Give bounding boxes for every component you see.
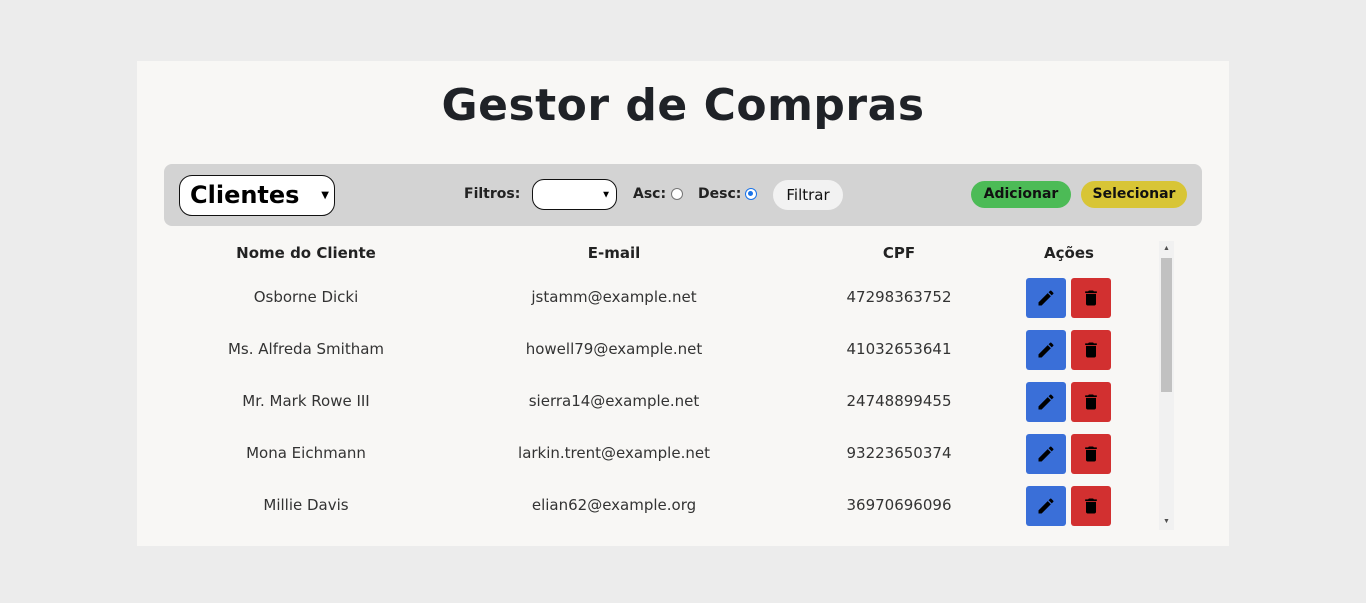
pencil-icon [1038, 446, 1054, 462]
pencil-icon [1038, 342, 1054, 358]
header-cpf: CPF [882, 244, 916, 262]
edit-button[interactable] [1026, 486, 1066, 526]
entity-select-value: Clientes [190, 181, 300, 209]
client-email: larkin.trent@example.net [518, 444, 710, 462]
edit-button[interactable] [1026, 278, 1066, 318]
trash-icon [1085, 394, 1097, 410]
pencil-icon [1038, 394, 1054, 410]
header-actions: Ações [1044, 244, 1094, 262]
client-name: Ms. Alfreda Smitham [227, 340, 385, 358]
client-name: Osborne Dicki [253, 288, 359, 306]
client-email: jstamm@example.net [531, 288, 697, 306]
delete-button[interactable] [1071, 434, 1111, 474]
client-email: howell79@example.net [525, 340, 703, 358]
desc-label: Desc: [698, 186, 742, 202]
scroll-thumb[interactable] [1161, 258, 1172, 392]
filter-button[interactable]: Filtrar [773, 180, 843, 210]
delete-button[interactable] [1071, 382, 1111, 422]
scroll-up-icon[interactable]: ▲ [1159, 244, 1174, 254]
edit-button[interactable] [1026, 434, 1066, 474]
desc-radio[interactable] [745, 188, 757, 200]
client-email: sierra14@example.net [528, 392, 700, 410]
client-cpf: 93223650374 [846, 444, 952, 462]
trash-icon [1085, 498, 1097, 514]
trash-icon [1085, 290, 1097, 306]
entity-select[interactable]: Clientes ▼ [179, 175, 335, 216]
client-name: Mona Eichmann [246, 444, 366, 462]
client-email: elian62@example.org [531, 496, 697, 514]
edit-button[interactable] [1026, 330, 1066, 370]
pencil-icon [1038, 498, 1054, 514]
page-title: Gestor de Compras [441, 80, 925, 131]
select-button[interactable]: Selecionar [1081, 181, 1187, 208]
trash-icon [1085, 446, 1097, 462]
asc-radio[interactable] [671, 188, 683, 200]
client-cpf: 41032653641 [846, 340, 952, 358]
chevron-down-icon: ▼ [321, 189, 329, 201]
scroll-down-icon[interactable]: ▼ [1159, 517, 1174, 527]
trash-icon [1085, 342, 1097, 358]
delete-button[interactable] [1071, 278, 1111, 318]
client-cpf: 36970696096 [846, 496, 952, 514]
client-name: Mr. Mark Rowe III [242, 392, 370, 410]
header-email: E-mail [587, 244, 641, 262]
asc-label: Asc: [633, 186, 667, 202]
header-client-name: Nome do Cliente [236, 244, 376, 262]
client-name: Millie Davis [263, 496, 349, 514]
add-button[interactable]: Adicionar [971, 181, 1071, 208]
client-cpf: 24748899455 [846, 392, 952, 410]
pencil-icon [1038, 290, 1054, 306]
table-scrollbar[interactable]: ▲ ▼ [1159, 241, 1174, 530]
filter-select[interactable]: ▼ [532, 179, 617, 210]
delete-button[interactable] [1071, 330, 1111, 370]
edit-button[interactable] [1026, 382, 1066, 422]
chevron-down-icon: ▼ [601, 189, 611, 200]
client-cpf: 47298363752 [846, 288, 952, 306]
delete-button[interactable] [1071, 486, 1111, 526]
filters-label: Filtros: [464, 186, 521, 202]
